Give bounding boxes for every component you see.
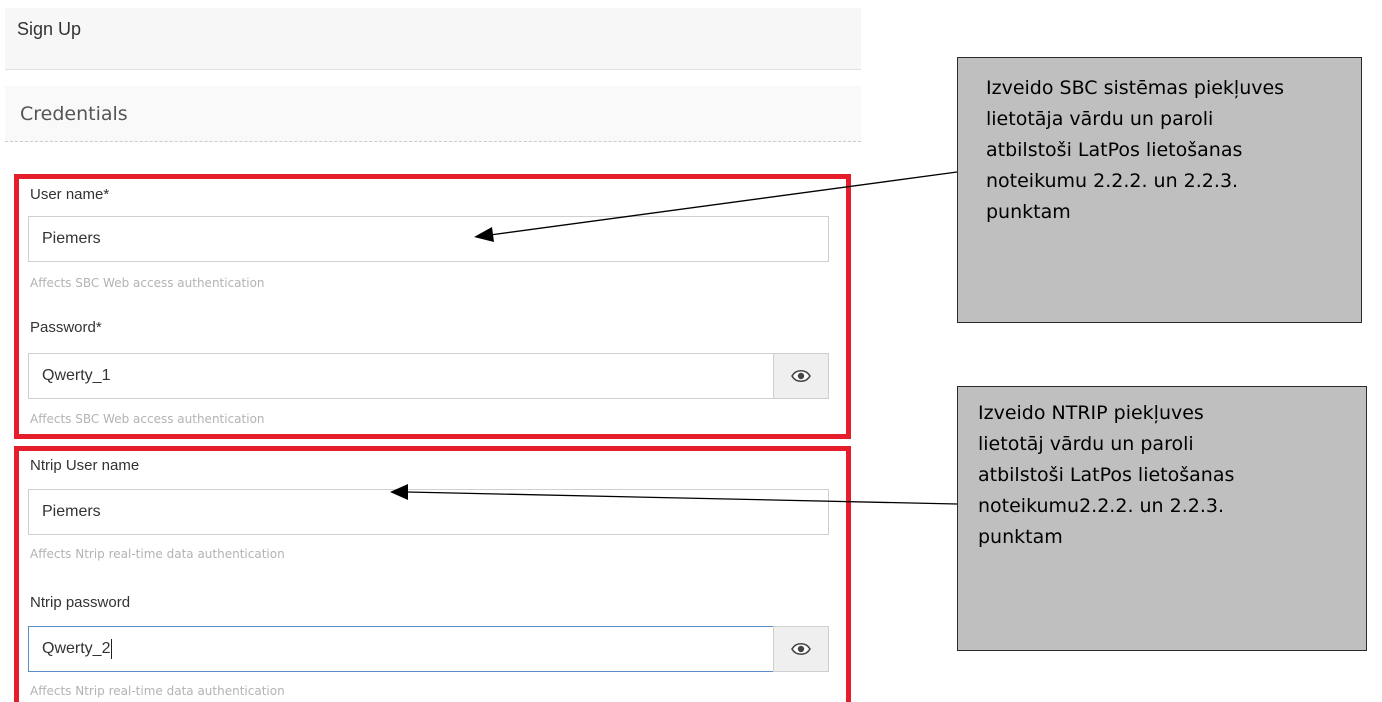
ntrip-username-help-text: Affects Ntrip real-time data authenticat… [30,547,285,561]
eye-icon [791,642,811,656]
callout-line: Izveido SBC sistēmas piekļuves [986,77,1285,99]
callout-line: lietotāj vārdu un paroli [978,433,1194,455]
callout-line: Izveido NTRIP piekļuves [978,402,1204,424]
username-input[interactable]: Piemers [28,216,829,262]
username-help-text: Affects SBC Web access authentication [30,276,265,290]
callout-line: atbilstoši LatPos lietošanas [978,464,1235,486]
page-header: Sign Up [5,8,861,70]
ntrip-username-label: Ntrip User name [30,457,140,474]
password-input[interactable]: Qwerty_1 [28,353,774,399]
ntrip-password-value: Qwerty_2 [42,640,111,657]
username-value: Piemers [42,230,101,247]
ntrip-username-value: Piemers [42,503,101,520]
text-caret [111,638,113,659]
callout-line: punktam [986,201,1071,223]
sbc-callout-box: Izveido SBC sistēmas piekļuves lietotāja… [957,57,1362,323]
callout-line: lietotāja vārdu un paroli [986,108,1214,130]
password-label: Password* [30,319,102,336]
ntrip-password-help-text: Affects Ntrip real-time data authenticat… [30,684,285,698]
ntrip-password-visibility-toggle[interactable] [773,626,829,672]
callout-line: punktam [978,526,1063,548]
page-title: Sign Up [17,19,82,39]
callout-line: noteikumu 2.2.2. un 2.2.3. [986,170,1239,192]
ntrip-password-input[interactable]: Qwerty_2 [28,626,774,672]
callout-line: noteikumu2.2.2. un 2.2.3. [978,495,1225,517]
eye-icon [791,369,811,383]
password-value: Qwerty_1 [42,367,111,384]
ntrip-callout-box: Izveido NTRIP piekļuves lietotāj vārdu u… [957,386,1367,651]
password-visibility-toggle[interactable] [773,353,829,399]
callout-line: atbilstoši LatPos lietošanas [986,139,1243,161]
ntrip-username-input[interactable]: Piemers [28,489,829,535]
ntrip-password-label: Ntrip password [30,594,131,611]
username-label: User name* [30,186,110,203]
section-title: Credentials [20,103,128,125]
credentials-highlight-box [14,174,851,439]
password-help-text: Affects SBC Web access authentication [30,412,265,426]
section-header: Credentials [5,86,861,142]
